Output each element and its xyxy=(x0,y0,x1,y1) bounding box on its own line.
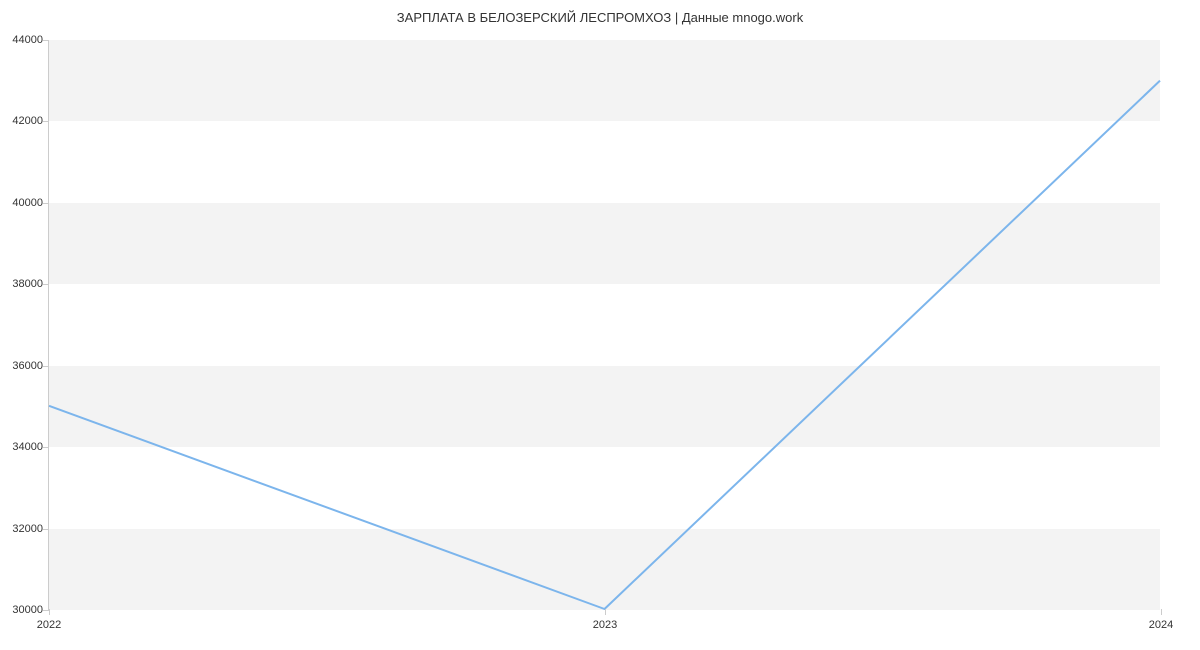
y-tick xyxy=(43,203,49,204)
y-tick xyxy=(43,284,49,285)
y-tick-label: 44000 xyxy=(5,34,43,46)
chart-title: ЗАРПЛАТА В БЕЛОЗЕРСКИЙ ЛЕСПРОМХОЗ | Данн… xyxy=(0,0,1200,25)
x-tick xyxy=(49,609,50,615)
y-tick-label: 40000 xyxy=(5,197,43,209)
x-tick-label: 2024 xyxy=(1149,619,1173,631)
x-tick-label: 2023 xyxy=(593,619,617,631)
y-tick xyxy=(43,40,49,41)
x-tick xyxy=(605,609,606,615)
y-tick-label: 42000 xyxy=(5,115,43,127)
y-tick-label: 32000 xyxy=(5,523,43,535)
y-tick xyxy=(43,529,49,530)
x-tick xyxy=(1161,609,1162,615)
y-tick-label: 34000 xyxy=(5,441,43,453)
y-tick xyxy=(43,121,49,122)
y-tick-label: 36000 xyxy=(5,360,43,372)
line-layer xyxy=(49,40,1160,609)
y-tick-label: 38000 xyxy=(5,278,43,290)
series-line xyxy=(49,81,1160,609)
y-tick xyxy=(43,447,49,448)
y-tick xyxy=(43,366,49,367)
plot-area: 3000032000340003600038000400004200044000… xyxy=(48,40,1160,610)
x-tick-label: 2022 xyxy=(37,619,61,631)
y-tick-label: 30000 xyxy=(5,604,43,616)
